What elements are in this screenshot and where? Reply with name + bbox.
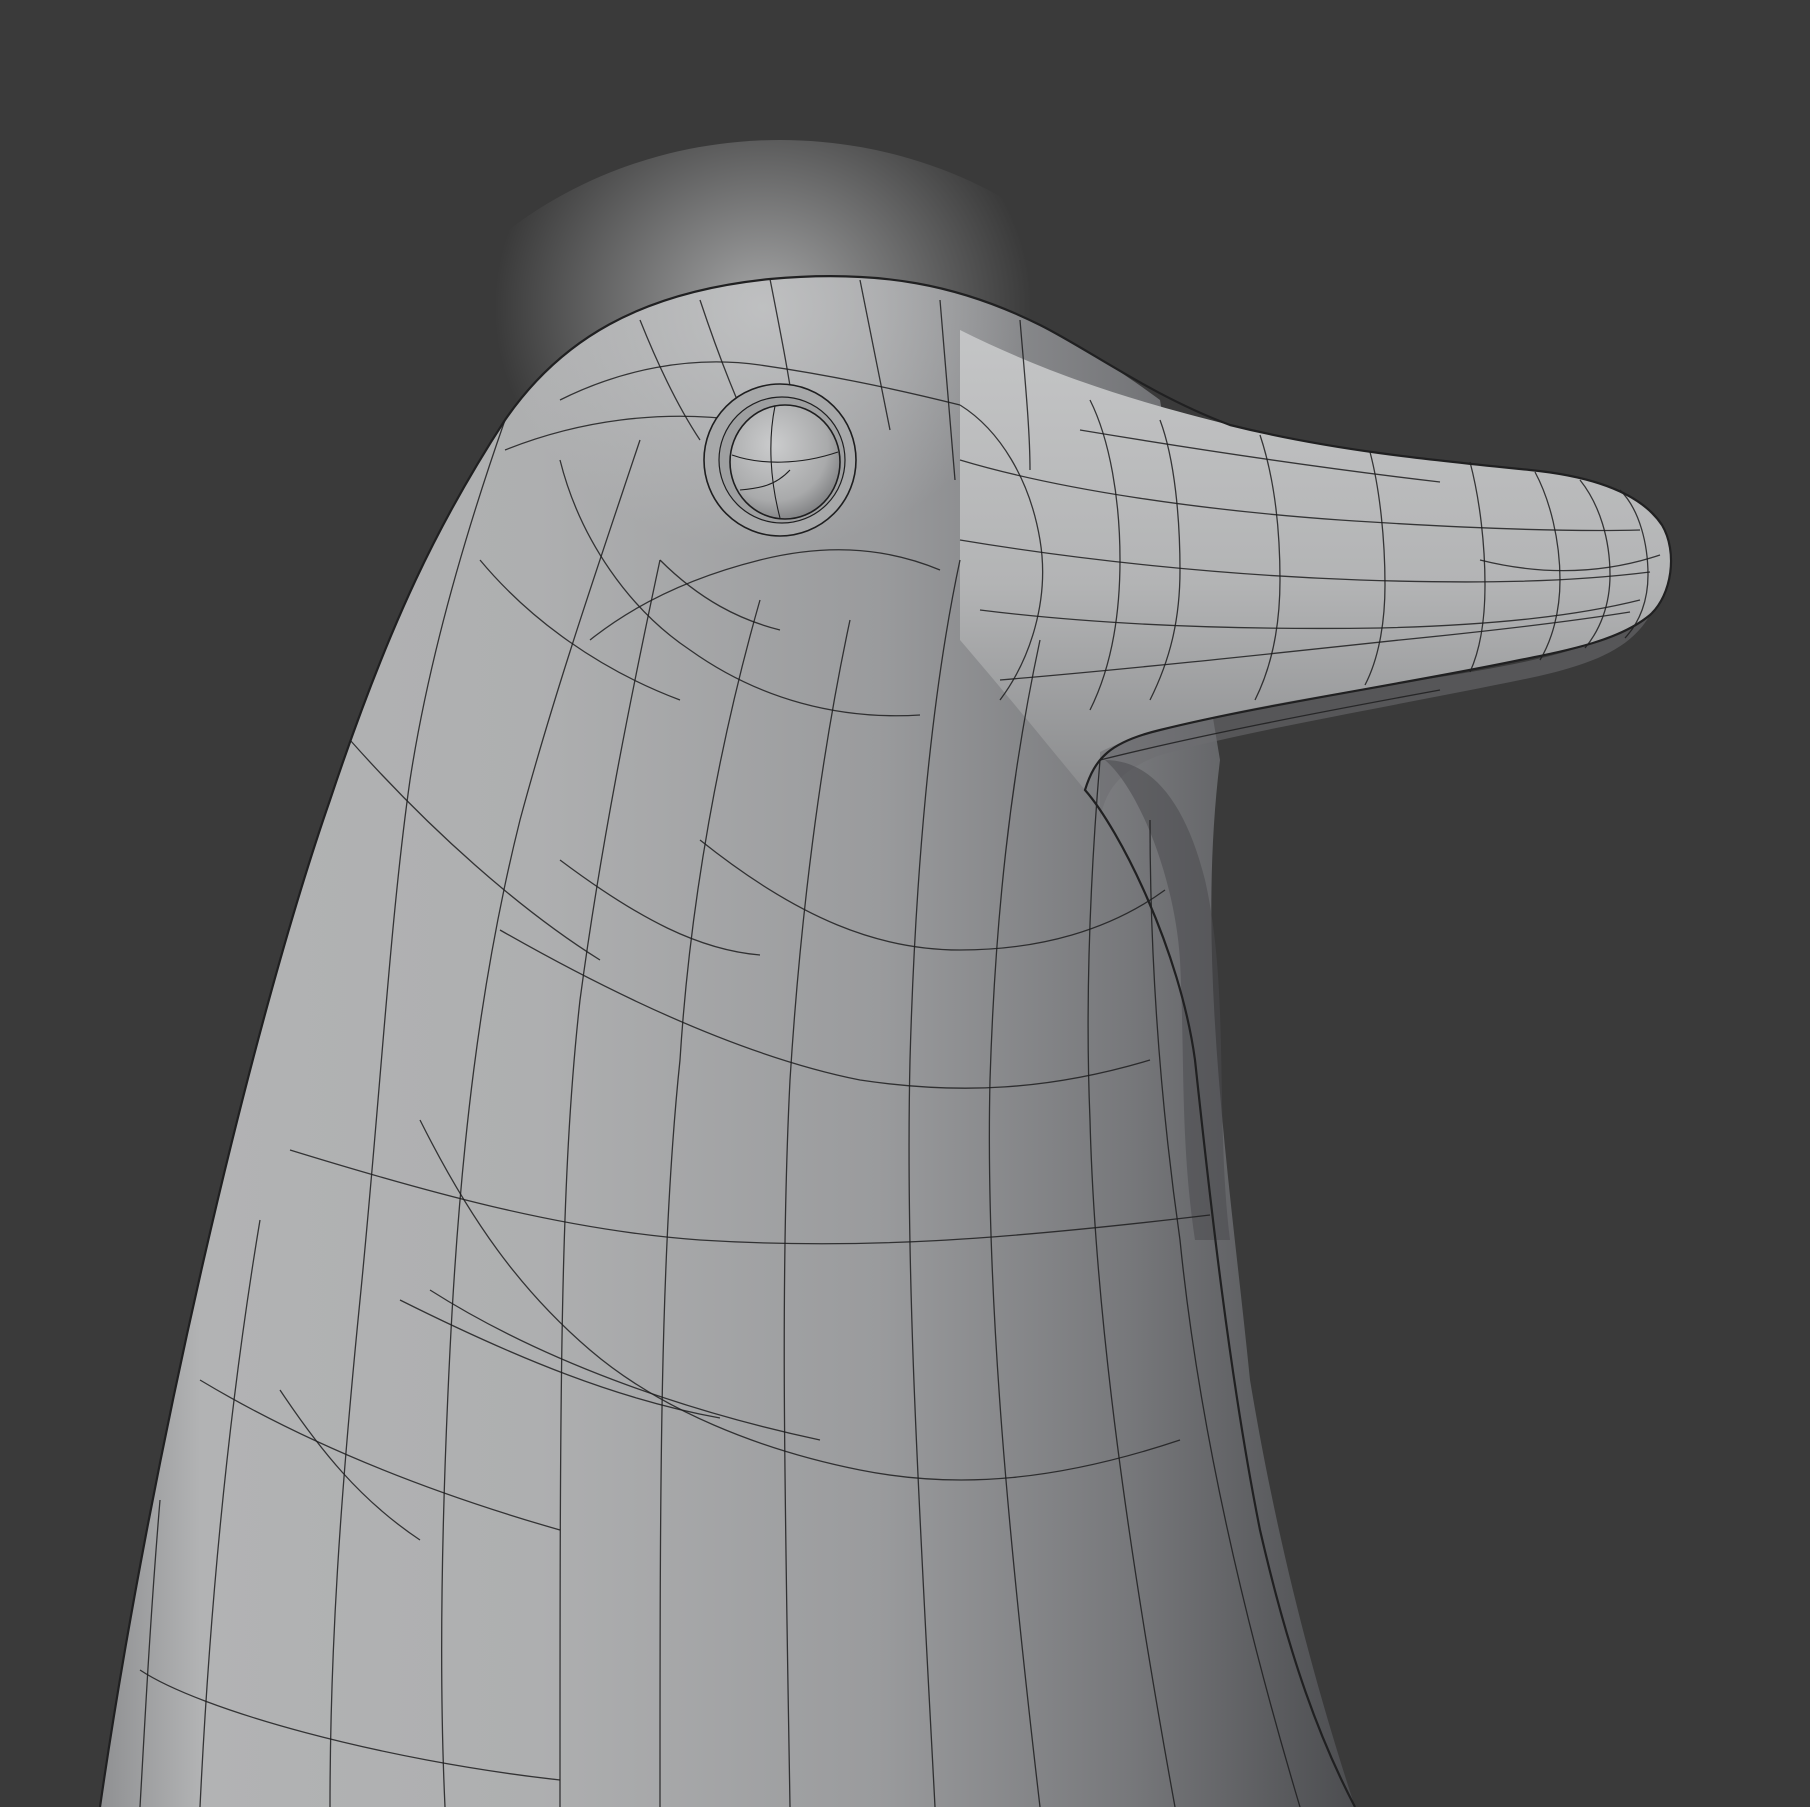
mesh-body[interactable]: [100, 140, 1355, 1807]
eye-mesh[interactable]: [703, 383, 857, 537]
3d-viewport[interactable]: [0, 0, 1810, 1807]
beak-surface: [960, 330, 1672, 790]
viewport-canvas[interactable]: [0, 0, 1810, 1807]
mesh-beak[interactable]: [960, 330, 1672, 820]
